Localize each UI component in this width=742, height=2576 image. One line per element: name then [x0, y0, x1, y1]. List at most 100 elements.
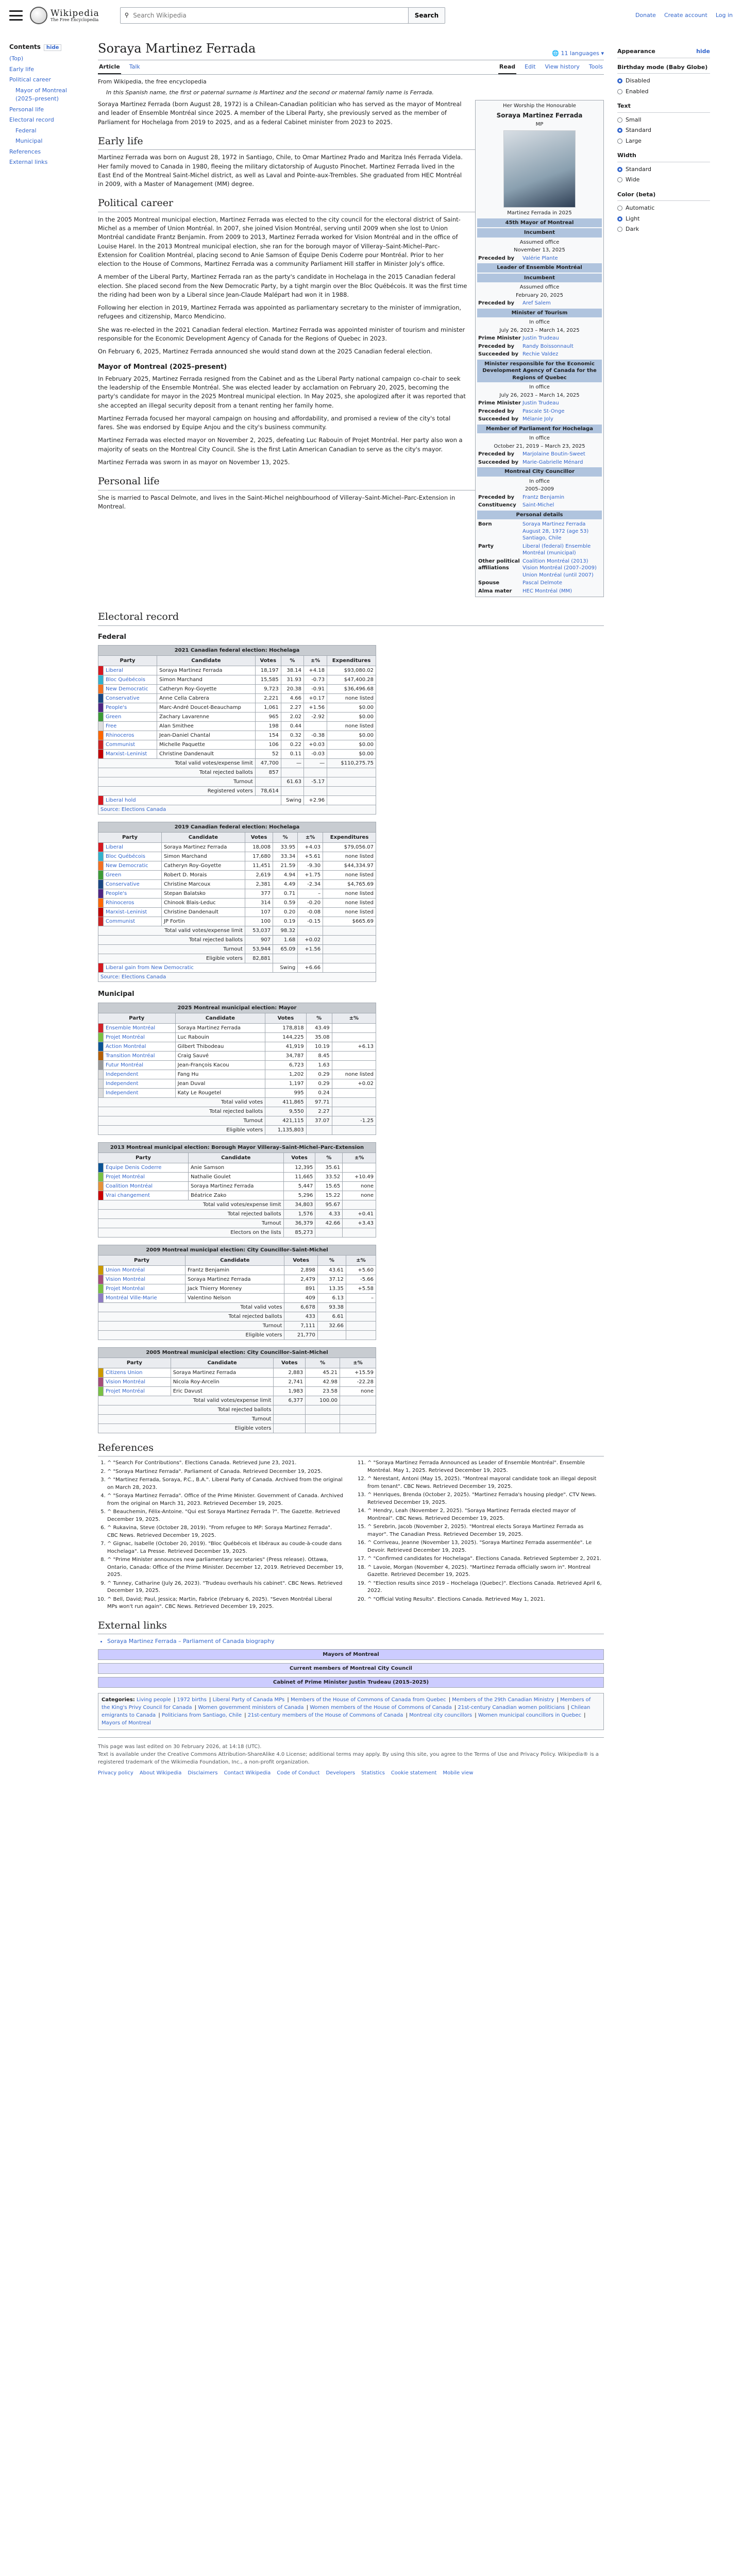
- header-link[interactable]: Donate: [635, 11, 656, 20]
- party-cell[interactable]: Transition Montréal: [103, 1050, 176, 1061]
- party-cell[interactable]: Communist: [103, 740, 158, 750]
- reference-item[interactable]: ^ Serebrin, Jacob (November 2, 2025). "M…: [367, 1523, 604, 1538]
- party-cell[interactable]: Union Montréal: [103, 1265, 186, 1275]
- toc-item[interactable]: Political career: [9, 75, 87, 86]
- party-cell[interactable]: Liberal: [103, 666, 158, 676]
- party-cell[interactable]: Action Montréal: [103, 1041, 176, 1052]
- party-cell[interactable]: Citizens Union: [103, 1367, 171, 1378]
- party-cell[interactable]: Projet Montréal: [103, 1172, 189, 1182]
- navbox-title[interactable]: Mayors of Montreal: [98, 1649, 603, 1659]
- navbox-title[interactable]: Current members of Montreal City Council: [98, 1663, 603, 1673]
- footer-link[interactable]: About Wikipedia: [140, 1769, 182, 1777]
- infobox-value[interactable]: Pascal Delmote: [522, 580, 562, 587]
- reference-item[interactable]: ^ "Official Voting Results". Elections C…: [367, 1596, 604, 1604]
- external-link[interactable]: Soraya Martinez Ferrada – Parliament of …: [107, 1637, 604, 1646]
- footer-link[interactable]: Disclaimers: [188, 1769, 217, 1777]
- language-selector[interactable]: 🌐 11 languages ▾: [552, 49, 604, 58]
- reference-item[interactable]: ^ Beauchemin, Félix-Antoine. "Qui est So…: [107, 1509, 344, 1523]
- infobox-value[interactable]: Pascale St-Onge: [522, 408, 565, 415]
- radio-icon[interactable]: [617, 117, 622, 123]
- appearance-hide-button[interactable]: hide: [696, 47, 710, 56]
- tab-article[interactable]: Article: [98, 61, 121, 74]
- search-input[interactable]: [133, 12, 404, 19]
- reference-item[interactable]: ^ Hendry, Leah (November 2, 2025). "Sora…: [367, 1507, 604, 1522]
- reference-item[interactable]: ^ Corriveau, Jeanne (November 13, 2025).…: [367, 1539, 604, 1554]
- party-cell[interactable]: Rhinoceros: [103, 898, 162, 908]
- appearance-option[interactable]: Large: [617, 136, 710, 147]
- appearance-option[interactable]: Standard: [617, 164, 710, 175]
- party-cell[interactable]: Vrai changement: [103, 1190, 189, 1200]
- footer-link[interactable]: Developers: [326, 1769, 355, 1777]
- reference-item[interactable]: ^ "Soraya Martinez Ferrada". Office of t…: [107, 1493, 344, 1507]
- party-cell[interactable]: People's: [103, 889, 162, 899]
- party-cell[interactable]: Projet Montréal: [103, 1283, 186, 1294]
- infobox-value[interactable]: Justin Trudeau: [522, 335, 559, 342]
- tab-edit[interactable]: Edit: [524, 61, 536, 75]
- party-cell[interactable]: Marxist–Leninist: [103, 907, 162, 918]
- hold-label[interactable]: Liberal hold: [103, 795, 281, 806]
- category-link[interactable]: Women municipal councillors in Quebec: [478, 1713, 581, 1718]
- reference-item[interactable]: ^ "Election results since 2019 – Hochela…: [367, 1580, 604, 1595]
- radio-icon[interactable]: [617, 128, 622, 133]
- party-cell[interactable]: Coalition Montréal: [103, 1181, 189, 1191]
- party-cell[interactable]: Équipe Denis Coderre: [103, 1162, 189, 1173]
- reference-item[interactable]: ^ "Martinez Ferrada, Soraya, P.C., B.A."…: [107, 1477, 344, 1492]
- header-link[interactable]: Log in: [716, 11, 733, 20]
- party-cell[interactable]: Projet Montréal: [103, 1032, 176, 1042]
- appearance-option[interactable]: Disabled: [617, 76, 710, 87]
- party-cell[interactable]: Vision Montréal: [103, 1377, 171, 1387]
- search-button[interactable]: Search: [408, 7, 446, 24]
- category-link[interactable]: Living people: [137, 1697, 171, 1703]
- party-cell[interactable]: Ensemble Montréal: [103, 1023, 176, 1033]
- infobox-value[interactable]: Soraya Martinez Ferrada August 28, 1972 …: [522, 521, 601, 542]
- party-cell[interactable]: New Democratic: [103, 861, 162, 871]
- reference-item[interactable]: ^ Tunney, Catharine (July 26, 2023). "Tr…: [107, 1580, 344, 1595]
- toc-hide-button[interactable]: hide: [43, 44, 62, 51]
- radio-icon[interactable]: [617, 177, 622, 183]
- category-link[interactable]: Members of the 29th Canadian Ministry: [452, 1697, 554, 1703]
- radio-icon[interactable]: [617, 78, 622, 84]
- appearance-option[interactable]: Wide: [617, 175, 710, 185]
- party-cell[interactable]: Marxist–Leninist: [103, 749, 158, 759]
- radio-icon[interactable]: [617, 89, 622, 94]
- appearance-option[interactable]: Enabled: [617, 87, 710, 97]
- header-link[interactable]: Create account: [664, 11, 707, 20]
- source-cell[interactable]: Source: Elections Canada: [98, 805, 376, 815]
- radio-icon[interactable]: [617, 206, 622, 211]
- party-cell[interactable]: Futur Montréal: [103, 1060, 176, 1070]
- party-cell[interactable]: Independent: [103, 1078, 176, 1089]
- party-cell[interactable]: Green: [103, 712, 158, 722]
- infobox-value[interactable]: Marie-Gabrielle Ménard: [522, 459, 583, 466]
- navbox-title[interactable]: Cabinet of Prime Minister Justin Trudeau…: [98, 1677, 603, 1687]
- footer-link[interactable]: Cookie statement: [391, 1769, 437, 1777]
- toc-item[interactable]: References: [9, 147, 87, 158]
- tab-tools[interactable]: Tools: [588, 61, 604, 75]
- reference-item[interactable]: ^ "Soraya Martinez Ferrada". Parliament …: [107, 1468, 344, 1476]
- toc-item[interactable]: Mayor of Montreal (2025–present): [9, 86, 87, 105]
- reference-item[interactable]: ^ "Soraya Martinez Ferrada Announced as …: [367, 1460, 604, 1475]
- tab-view-history[interactable]: View history: [544, 61, 580, 75]
- party-cell[interactable]: Independent: [103, 1069, 176, 1079]
- party-cell[interactable]: New Democratic: [103, 684, 158, 694]
- tab-read[interactable]: Read: [498, 61, 517, 74]
- party-cell[interactable]: Free: [103, 721, 158, 732]
- category-link[interactable]: Montreal city councillors: [409, 1713, 472, 1718]
- category-link[interactable]: Women government ministers of Canada: [198, 1705, 303, 1710]
- reference-item[interactable]: ^ "Confirmed candidates for Hochelaga". …: [367, 1555, 604, 1563]
- party-cell[interactable]: Communist: [103, 917, 162, 927]
- main-menu-icon[interactable]: [9, 10, 23, 21]
- footer-link[interactable]: Code of Conduct: [277, 1769, 319, 1777]
- footer-link[interactable]: Contact Wikipedia: [224, 1769, 271, 1777]
- wikipedia-logo[interactable]: Wikipedia The Free Encyclopedia: [30, 7, 99, 24]
- toc-item[interactable]: Electoral record: [9, 115, 87, 126]
- infobox-value[interactable]: Aref Salem: [522, 300, 551, 307]
- footer-link[interactable]: Privacy policy: [98, 1769, 133, 1777]
- radio-icon[interactable]: [617, 138, 622, 144]
- party-cell[interactable]: Conservative: [103, 693, 158, 704]
- toc-item[interactable]: External links: [9, 157, 87, 168]
- reference-item[interactable]: ^ Nerestant, Antoni (May 15, 2025). "Mon…: [367, 1476, 604, 1490]
- reference-item[interactable]: ^ Lavoie, Morgan (November 4, 2025). "Ma…: [367, 1564, 604, 1579]
- infobox-value[interactable]: Saint-Michel: [522, 502, 554, 509]
- appearance-option[interactable]: Dark: [617, 224, 710, 235]
- category-link[interactable]: Politicians from Santiago, Chile: [162, 1713, 242, 1718]
